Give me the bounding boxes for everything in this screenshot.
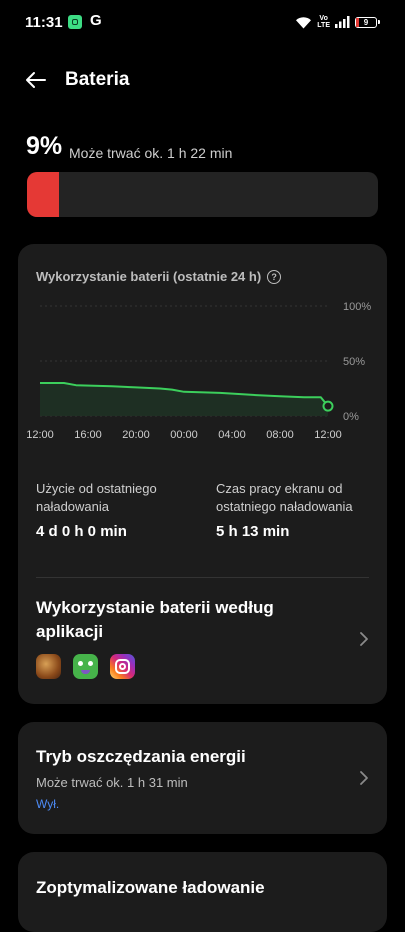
- optimized-charging-card[interactable]: Zoptymalizowane ładowanie: [18, 852, 387, 932]
- usage-heading: Wykorzystanie baterii (ostatnie 24 h): [36, 269, 262, 284]
- divider: [36, 577, 369, 578]
- x-tick-label: 20:00: [122, 429, 150, 441]
- app-usage-title[interactable]: Wykorzystanie baterii według aplikacji: [36, 596, 326, 644]
- back-arrow-icon[interactable]: [24, 68, 48, 92]
- battery-usage-chart: 100%50%0%12:00 16:00 20:00 00:00 04:00 08:00 1…: [26, 301, 371, 441]
- y-tick-label: 50%: [343, 356, 365, 368]
- y-tick-label: 100%: [343, 301, 371, 313]
- battery-level-fill: [27, 172, 59, 217]
- x-tick-label: 12:00: [26, 429, 54, 441]
- duolingo-icon: [73, 654, 98, 679]
- screen-time-value: 5 h 13 min: [216, 523, 290, 540]
- app-icons-list: [36, 654, 135, 679]
- page-title: Bateria: [65, 69, 130, 90]
- x-tick-label: 16:00: [74, 429, 102, 441]
- power-saving-estimate: Może trwać ok. 1 h 31 min: [36, 775, 188, 790]
- instagram-icon: [110, 654, 135, 679]
- battery-status-icon: 9: [355, 16, 380, 28]
- usage-since-charge-value: 4 d 0 h 0 min: [36, 523, 127, 540]
- power-saving-state: Wył.: [36, 797, 60, 811]
- status-time: 11:31: [25, 14, 63, 31]
- help-icon[interactable]: ?: [267, 269, 282, 284]
- y-tick-label: 0%: [343, 411, 359, 423]
- battery-percentage: 9%: [26, 132, 63, 160]
- chevron-right-icon: [360, 632, 368, 646]
- screen-time-label: Czas pracy ekranu od ostatniego naładowa…: [216, 481, 353, 514]
- status-bar: 11:31 G Vo LTE 9: [0, 0, 405, 44]
- x-tick-label: 00:00: [170, 429, 198, 441]
- volte-icon: Vo LTE: [317, 15, 330, 29]
- x-tick-label: 04:00: [218, 429, 246, 441]
- game-app-icon: [36, 654, 61, 679]
- signal-icon: [335, 16, 350, 28]
- usage-since-charge: Użycie od ostatniego naładowania 4 d 0 h…: [36, 480, 206, 542]
- google-notification-icon: G: [90, 12, 102, 29]
- x-tick-label: 12:00: [314, 429, 342, 441]
- wifi-icon: [296, 16, 312, 28]
- battery-usage-card: Wykorzystanie baterii (ostatnie 24 h) ? …: [18, 244, 387, 704]
- usage-area: [40, 383, 328, 416]
- status-icons: Vo LTE 9: [295, 14, 380, 30]
- optimized-charging-title: Zoptymalizowane ładowanie: [36, 878, 265, 897]
- current-level-point: [322, 400, 334, 412]
- screen-time-since-charge: Czas pracy ekranu od ostatniego naładowa…: [216, 480, 366, 542]
- notification-app-icon: [68, 15, 82, 29]
- battery-level-bar: [27, 172, 378, 217]
- battery-time-estimate: Może trwać ok. 1 h 22 min: [69, 145, 233, 161]
- usage-heading-row: Wykorzystanie baterii (ostatnie 24 h) ?: [36, 269, 282, 284]
- usage-since-charge-label: Użycie od ostatniego naładowania: [36, 481, 157, 514]
- power-saving-title: Tryb oszczędzania energii: [36, 747, 246, 766]
- chevron-right-icon: [360, 771, 368, 785]
- x-tick-label: 08:00: [266, 429, 294, 441]
- power-saving-card[interactable]: Tryb oszczędzania energii Może trwać ok.…: [18, 722, 387, 834]
